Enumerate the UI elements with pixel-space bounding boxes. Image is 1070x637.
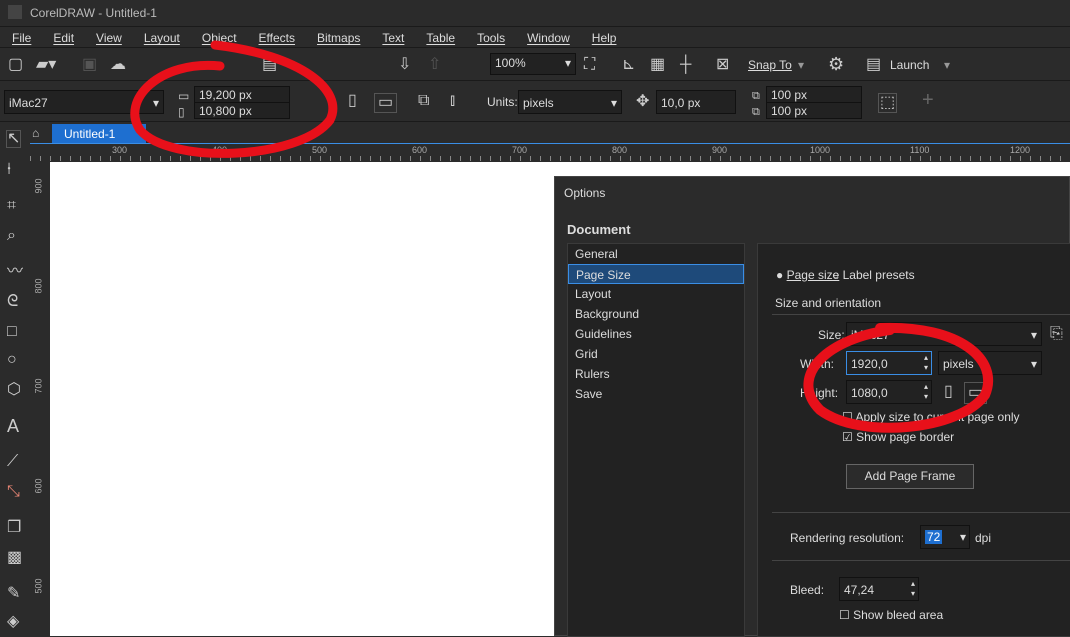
red-annotation-circle bbox=[130, 40, 338, 158]
annotation-overlay bbox=[130, 40, 994, 433]
red-annotation-circle bbox=[803, 322, 994, 433]
